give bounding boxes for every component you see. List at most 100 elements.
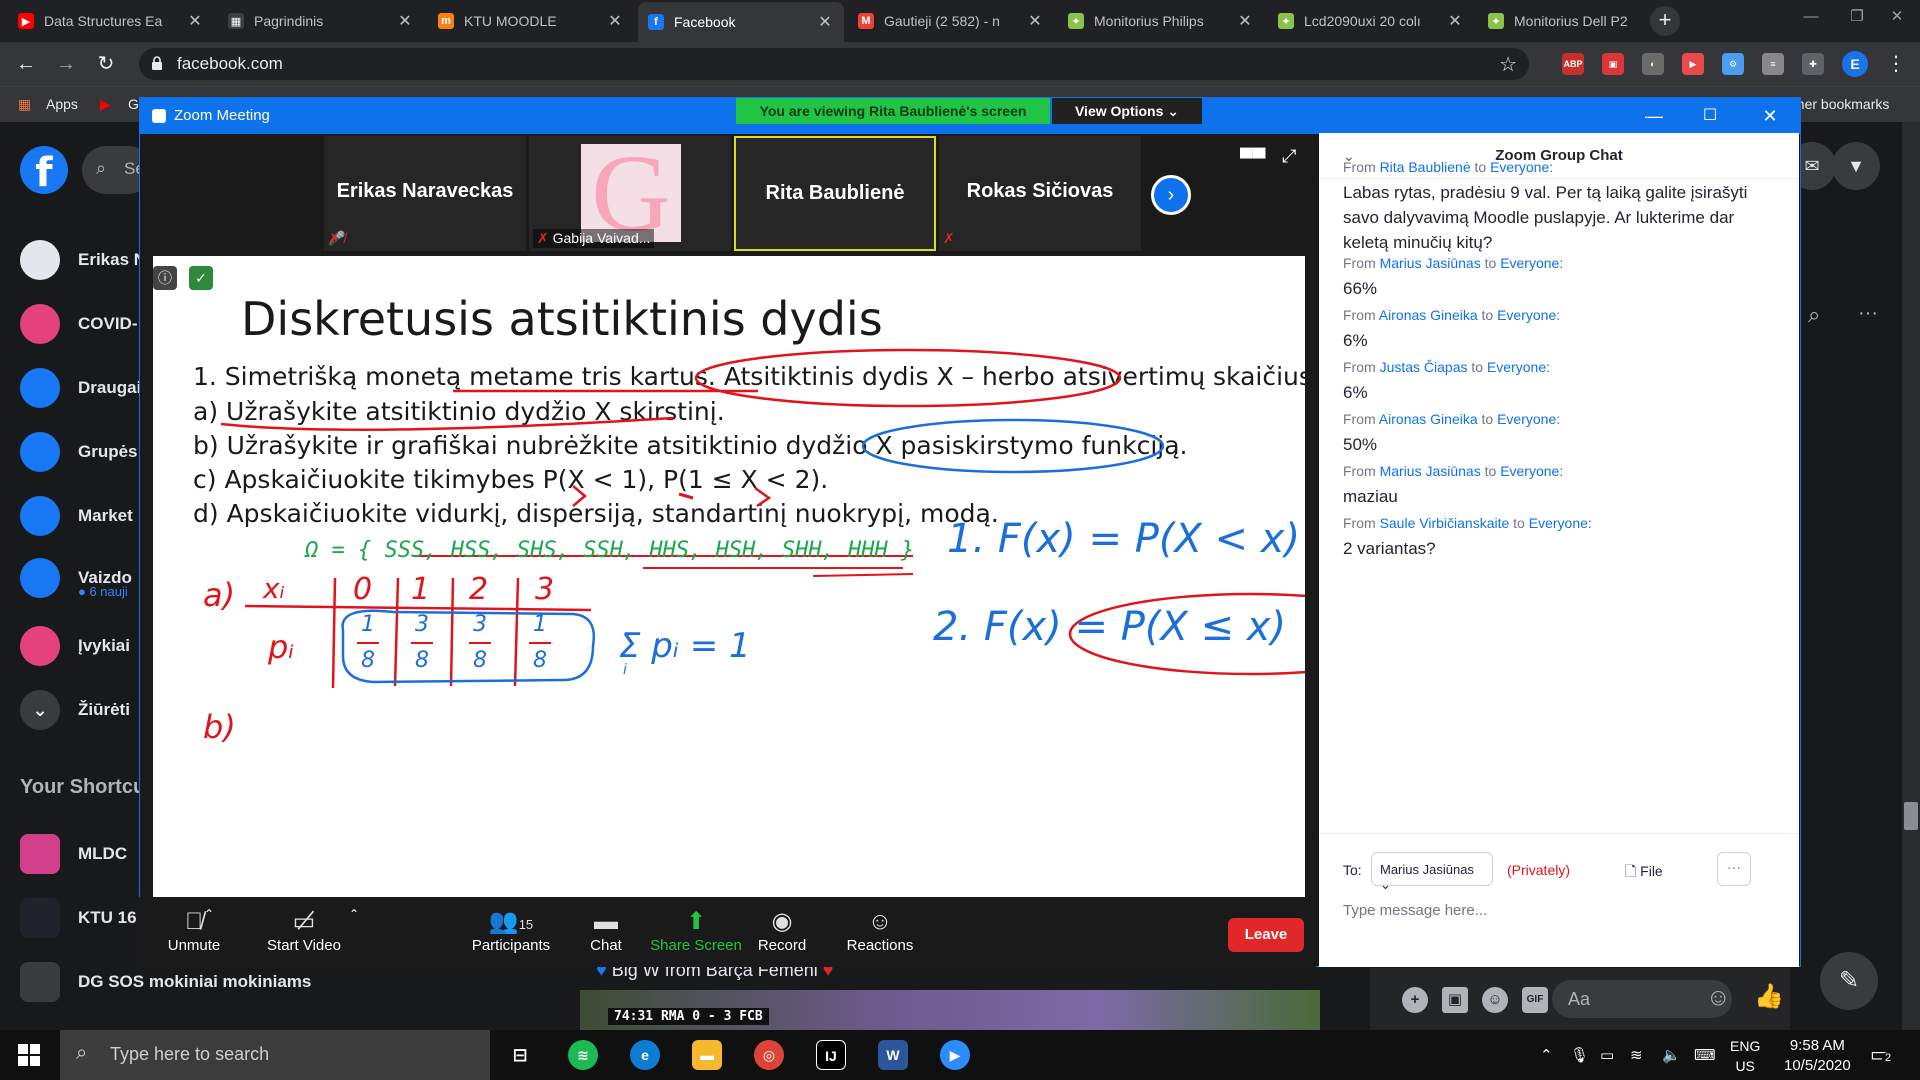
close-window-icon[interactable]: ✕	[1874, 0, 1920, 34]
close-tab-icon[interactable]: ✕	[606, 11, 624, 31]
sender-name[interactable]: Justas Čiapas	[1380, 359, 1468, 375]
bookmark-apps[interactable]: Apps	[46, 96, 78, 112]
close-tab-icon[interactable]: ✕	[396, 11, 414, 31]
chat-more-options-icon[interactable]: ···	[1717, 852, 1751, 886]
chrome-icon[interactable]: ◎	[754, 1040, 784, 1070]
unmute-button[interactable]: 🎙̸ Unmute	[139, 907, 249, 954]
extension-icon[interactable]: ABP	[1562, 53, 1584, 75]
participant-tile-speaking[interactable]: Rita Baublienė	[734, 136, 936, 251]
sender-name[interactable]: Marius Jasiūnas	[1380, 463, 1481, 479]
view-options-button[interactable]: View Options ⌄	[1052, 98, 1202, 124]
scrollbar-thumb[interactable]	[1904, 802, 1918, 830]
extension-icon[interactable]: ✚	[1802, 53, 1824, 75]
browser-tab[interactable]: ▦ Pagrindinis ✕	[218, 4, 424, 38]
contacts-search-icon[interactable]: ⌕	[1808, 302, 1820, 328]
system-clock[interactable]: 9:58 AM 10/5/2020	[1784, 1036, 1851, 1076]
participants-button[interactable]: 👥15 Participants	[456, 907, 566, 954]
minimize-window-icon[interactable]: —	[1788, 0, 1834, 34]
extension-icon[interactable]: ▶	[1682, 53, 1704, 75]
reactions-button[interactable]: ☺ Reactions	[825, 907, 935, 954]
jetbrains-icon[interactable]: IJ	[816, 1040, 846, 1070]
keyboard-icon[interactable]: ⌨	[1694, 1046, 1716, 1064]
extension-icon[interactable]: ≡	[1762, 53, 1784, 75]
notifications-icon[interactable]: ▭ 2	[1870, 1042, 1895, 1067]
extension-icon[interactable]: ⚙	[1722, 53, 1744, 75]
record-button[interactable]: ◉ Record	[727, 907, 837, 954]
address-bar[interactable]: facebook.com ☆	[139, 48, 1529, 80]
file-button[interactable]: 🗋 File	[1625, 861, 1663, 885]
zoom-maximize-icon[interactable]: ☐	[1690, 102, 1730, 130]
recipient-select[interactable]: Marius Jasiūnas ⌄	[1371, 852, 1493, 892]
word-icon[interactable]: W	[878, 1040, 908, 1070]
browser-tab[interactable]: ✦ Lcd2090uxi 20 colı ✕	[1268, 4, 1474, 38]
facebook-logo-icon[interactable]: f	[20, 146, 68, 196]
tray-chevron-icon[interactable]: ⌃	[1540, 1046, 1553, 1064]
browser-tab[interactable]: M Gautieji (2 582) - n ✕	[848, 4, 1054, 38]
reload-icon[interactable]: ↻	[92, 50, 120, 78]
sender-name[interactable]: Rita Baublienė	[1380, 159, 1471, 175]
sticker-icon[interactable]: ☺	[1482, 987, 1508, 1013]
task-view-icon[interactable]: ⊟	[505, 1040, 535, 1070]
add-icon[interactable]: +	[1402, 987, 1428, 1013]
compose-message-icon[interactable]: ✎	[1820, 952, 1878, 1010]
browser-tab[interactable]: ▶ Data Structures Ea ✕	[8, 4, 214, 38]
image-icon[interactable]: ▣	[1442, 987, 1468, 1013]
recipient-name[interactable]: Everyone:	[1497, 411, 1560, 427]
spotify-icon[interactable]: ≋	[568, 1040, 598, 1070]
account-menu-icon[interactable]: ▼	[1832, 142, 1880, 190]
sender-name[interactable]: Aironas Gineika	[1379, 307, 1478, 323]
language-indicator[interactable]: ENG US	[1730, 1036, 1760, 1076]
gif-icon[interactable]: GIF	[1522, 987, 1548, 1013]
file-explorer-icon[interactable]: ▬	[692, 1040, 722, 1070]
participant-tile[interactable]: Erikas Naraveckas 🎤̸	[324, 136, 526, 251]
chat-message-input[interactable]: Type message here...	[1343, 902, 1487, 919]
sender-name[interactable]: Saule Virbičianskaite	[1380, 515, 1510, 531]
taskbar-search[interactable]: ⌕ Type here to search	[60, 1030, 490, 1080]
profile-avatar[interactable]: E	[1842, 51, 1868, 77]
close-tab-icon[interactable]: ✕	[816, 12, 834, 32]
recipient-name[interactable]: Everyone:	[1497, 307, 1560, 323]
browser-tab[interactable]: f Facebook ✕	[638, 2, 844, 42]
new-tab-button[interactable]: +	[1650, 6, 1680, 36]
video-options-caret-icon[interactable]: ⌃	[344, 907, 364, 921]
contacts-more-icon[interactable]: ···	[1858, 302, 1878, 325]
wifi-icon[interactable]: ≋	[1630, 1046, 1643, 1064]
recipient-name[interactable]: Everyone:	[1487, 359, 1550, 375]
fullscreen-icon[interactable]: ⤢	[1282, 146, 1296, 167]
like-icon[interactable]: 👍	[1754, 982, 1784, 1011]
forward-arrow-icon[interactable]: →	[52, 50, 80, 78]
gallery-view-icon[interactable]: ▀▀	[1240, 148, 1266, 169]
zoom-minimize-icon[interactable]: —	[1634, 102, 1674, 130]
bookmark-short[interactable]: G	[128, 96, 139, 112]
battery-icon[interactable]: ▭	[1600, 1046, 1614, 1064]
leave-button[interactable]: Leave	[1228, 918, 1304, 952]
extension-icon[interactable]: ◐	[1642, 53, 1664, 75]
participant-tile[interactable]: G ✗ Gabija Vaivad...	[529, 136, 731, 251]
bookmark-star-icon[interactable]: ☆	[1499, 52, 1517, 77]
browser-tab[interactable]: ✦ Monitorius Philips ✕	[1058, 4, 1264, 38]
start-video-button[interactable]: ▭̸ Start Video	[249, 907, 359, 954]
emoji-icon[interactable]: ☺	[1706, 984, 1731, 1012]
recipient-name[interactable]: Everyone:	[1490, 159, 1553, 175]
zoom-close-icon[interactable]: ✕	[1750, 102, 1790, 130]
audio-options-caret-icon[interactable]: ⌃	[199, 907, 219, 921]
edge-icon[interactable]: e	[630, 1040, 660, 1070]
windows-start-icon[interactable]	[18, 1044, 40, 1066]
messenger-input[interactable]: Aa	[1552, 980, 1732, 1018]
recipient-name[interactable]: Everyone:	[1529, 515, 1592, 531]
recipient-name[interactable]: Everyone:	[1500, 255, 1563, 271]
zoom-taskbar-icon[interactable]: ▶	[940, 1040, 970, 1070]
back-arrow-icon[interactable]: ←	[12, 50, 40, 78]
next-page-arrow-icon[interactable]: ›	[1151, 175, 1191, 215]
browser-tab[interactable]: m KTU MOODLE ✕	[428, 4, 634, 38]
browser-menu-icon[interactable]: ⋮	[1882, 50, 1910, 78]
story-video[interactable]: 74:31 RMA 0 - 3 FCB	[580, 990, 1320, 1030]
extension-icon[interactable]: ▣	[1602, 53, 1624, 75]
sender-name[interactable]: Aironas Gineika	[1379, 411, 1478, 427]
close-tab-icon[interactable]: ✕	[1236, 11, 1254, 31]
participant-tile[interactable]: Rokas Sičiovas ✗	[939, 136, 1141, 251]
recipient-name[interactable]: Everyone:	[1500, 463, 1563, 479]
close-tab-icon[interactable]: ✕	[1446, 11, 1464, 31]
volume-icon[interactable]: 🔈	[1662, 1046, 1681, 1064]
sender-name[interactable]: Marius Jasiūnas	[1380, 255, 1481, 271]
